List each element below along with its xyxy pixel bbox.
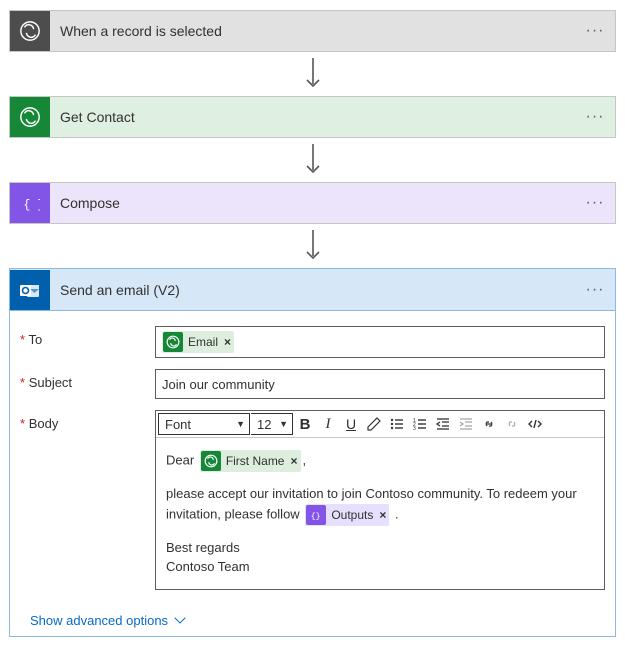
- unlink-button[interactable]: [501, 413, 523, 435]
- token-firstname[interactable]: First Name ×: [200, 450, 301, 472]
- body-comma: ,: [303, 452, 307, 467]
- field-body: * Body Font▼ 12▼ B I U 123: [20, 410, 605, 590]
- connector-arrow: [9, 138, 616, 182]
- underline-button[interactable]: U: [340, 413, 362, 435]
- connector-arrow: [9, 224, 616, 268]
- body-editor: Font▼ 12▼ B I U 123: [155, 410, 605, 590]
- body-signoff2: Contoso Team: [166, 557, 594, 577]
- italic-button[interactable]: I: [317, 413, 339, 435]
- connector-arrow: [9, 52, 616, 96]
- body-content[interactable]: Dear First Name × , please accept our in…: [156, 438, 604, 589]
- field-to: * To Email ×: [20, 326, 605, 358]
- link-button[interactable]: [478, 413, 500, 435]
- step-title: When a record is selected: [50, 23, 575, 39]
- subject-value: Join our community: [162, 377, 275, 392]
- field-label-subject: * Subject: [20, 369, 155, 390]
- step-menu-button[interactable]: ···: [575, 281, 615, 299]
- font-select[interactable]: Font▼: [158, 413, 250, 435]
- field-subject: * Subject Join our community: [20, 369, 605, 399]
- dataverse-icon: [163, 332, 183, 352]
- rte-toolbar: Font▼ 12▼ B I U 123: [156, 411, 604, 438]
- body-greeting: Dear: [166, 452, 194, 467]
- token-label: Email: [188, 335, 218, 349]
- step-header[interactable]: Send an email (V2) ···: [10, 269, 615, 311]
- token-email[interactable]: Email ×: [162, 331, 234, 353]
- dataverse-icon: [10, 11, 50, 51]
- body-period: .: [395, 506, 399, 521]
- indent-button[interactable]: [455, 413, 477, 435]
- field-label-to: * To: [20, 326, 155, 347]
- code-view-button[interactable]: [524, 413, 546, 435]
- dataverse-icon: [201, 451, 221, 471]
- show-advanced-options[interactable]: Show advanced options: [10, 611, 188, 636]
- step-title: Send an email (V2): [50, 282, 575, 298]
- token-label: Outputs: [331, 506, 373, 524]
- step-title: Get Contact: [50, 109, 575, 125]
- outdent-button[interactable]: [432, 413, 454, 435]
- step-compose[interactable]: { } Compose ···: [9, 182, 616, 224]
- step-menu-button[interactable]: ···: [575, 194, 615, 212]
- body-signoff1: Best regards: [166, 538, 594, 558]
- token-label: First Name: [226, 452, 285, 470]
- bulleted-list-button[interactable]: [386, 413, 408, 435]
- compose-icon: {}: [306, 505, 326, 525]
- chevron-down-icon: [174, 612, 185, 623]
- field-label-body: * Body: [20, 410, 155, 431]
- step-menu-button[interactable]: ···: [575, 22, 615, 40]
- step-title: Compose: [50, 195, 575, 211]
- step-get-contact[interactable]: Get Contact ···: [9, 96, 616, 138]
- token-outputs[interactable]: {} Outputs ×: [305, 504, 389, 526]
- outlook-icon: [10, 270, 50, 310]
- subject-input[interactable]: Join our community: [155, 369, 605, 399]
- token-remove-button[interactable]: ×: [224, 335, 231, 349]
- step-menu-button[interactable]: ···: [575, 108, 615, 126]
- step-trigger[interactable]: When a record is selected ···: [9, 10, 616, 52]
- to-input[interactable]: Email ×: [155, 326, 605, 358]
- svg-text:{ }: { }: [23, 198, 40, 212]
- compose-icon: { }: [10, 183, 50, 223]
- font-size-select[interactable]: 12▼: [251, 413, 293, 435]
- token-remove-button[interactable]: ×: [290, 452, 297, 470]
- dataverse-icon: [10, 97, 50, 137]
- step-send-email: Send an email (V2) ··· * To Email × * Su…: [9, 268, 616, 637]
- highlight-button[interactable]: [363, 413, 385, 435]
- token-remove-button[interactable]: ×: [379, 506, 386, 524]
- svg-text:{}: {}: [311, 511, 321, 521]
- numbered-list-button[interactable]: 123: [409, 413, 431, 435]
- svg-text:3: 3: [413, 426, 416, 432]
- bold-button[interactable]: B: [294, 413, 316, 435]
